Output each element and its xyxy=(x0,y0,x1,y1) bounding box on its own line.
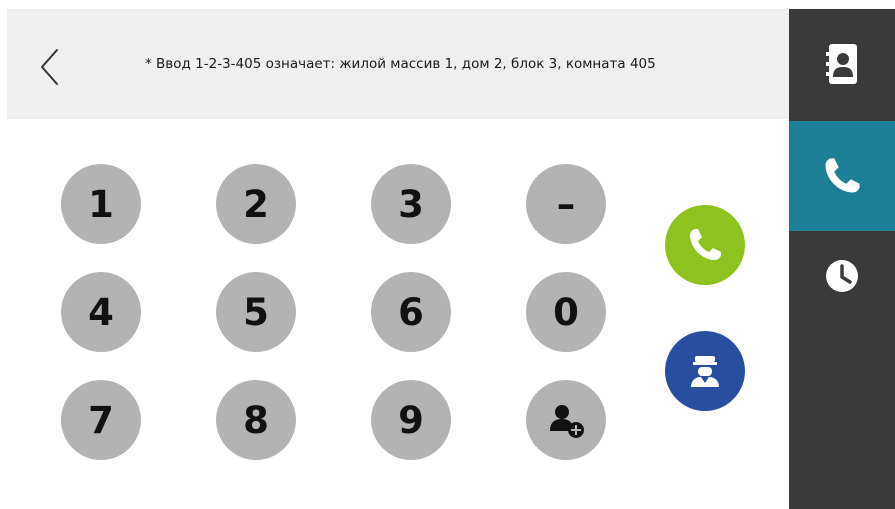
call-button[interactable] xyxy=(665,205,745,285)
sidebar xyxy=(789,9,895,509)
security-guard-icon xyxy=(691,356,719,387)
contact-book-icon xyxy=(826,44,857,84)
key-label: 4 xyxy=(88,290,114,334)
dial-keypad: 1 2 3 – 4 5 6 0 7 8 9 xyxy=(0,0,660,509)
sidebar-item-history[interactable] xyxy=(789,231,895,321)
key-label: – xyxy=(556,182,576,226)
key-label: 9 xyxy=(398,398,424,442)
phone-icon xyxy=(825,158,860,193)
key-1[interactable]: 1 xyxy=(61,164,141,244)
key-label: 0 xyxy=(553,290,579,334)
key-label: 7 xyxy=(88,398,114,442)
key-4[interactable]: 4 xyxy=(61,272,141,352)
key-5[interactable]: 5 xyxy=(216,272,296,352)
key-dash[interactable]: – xyxy=(526,164,606,244)
key-label: 6 xyxy=(398,290,424,334)
clock-icon xyxy=(826,260,858,292)
key-label: 1 xyxy=(88,182,114,226)
key-label: 2 xyxy=(243,182,269,226)
sidebar-item-contacts[interactable] xyxy=(789,9,895,119)
phone-icon xyxy=(690,229,721,260)
sidebar-item-call[interactable] xyxy=(789,121,895,231)
key-label: 5 xyxy=(243,290,269,334)
key-3[interactable]: 3 xyxy=(371,164,451,244)
key-2[interactable]: 2 xyxy=(216,164,296,244)
key-label: 3 xyxy=(398,182,424,226)
key-9[interactable]: 9 xyxy=(371,380,451,460)
intercom-dial-screen: * Ввод 1-2-3-405 означает: жилой массив … xyxy=(0,0,895,509)
key-8[interactable]: 8 xyxy=(216,380,296,460)
key-7[interactable]: 7 xyxy=(61,380,141,460)
call-guard-button[interactable] xyxy=(665,331,745,411)
key-label: 8 xyxy=(243,398,269,442)
key-6[interactable]: 6 xyxy=(371,272,451,352)
add-contact-button[interactable] xyxy=(526,380,606,460)
key-0[interactable]: 0 xyxy=(526,272,606,352)
add-user-icon xyxy=(550,405,584,438)
